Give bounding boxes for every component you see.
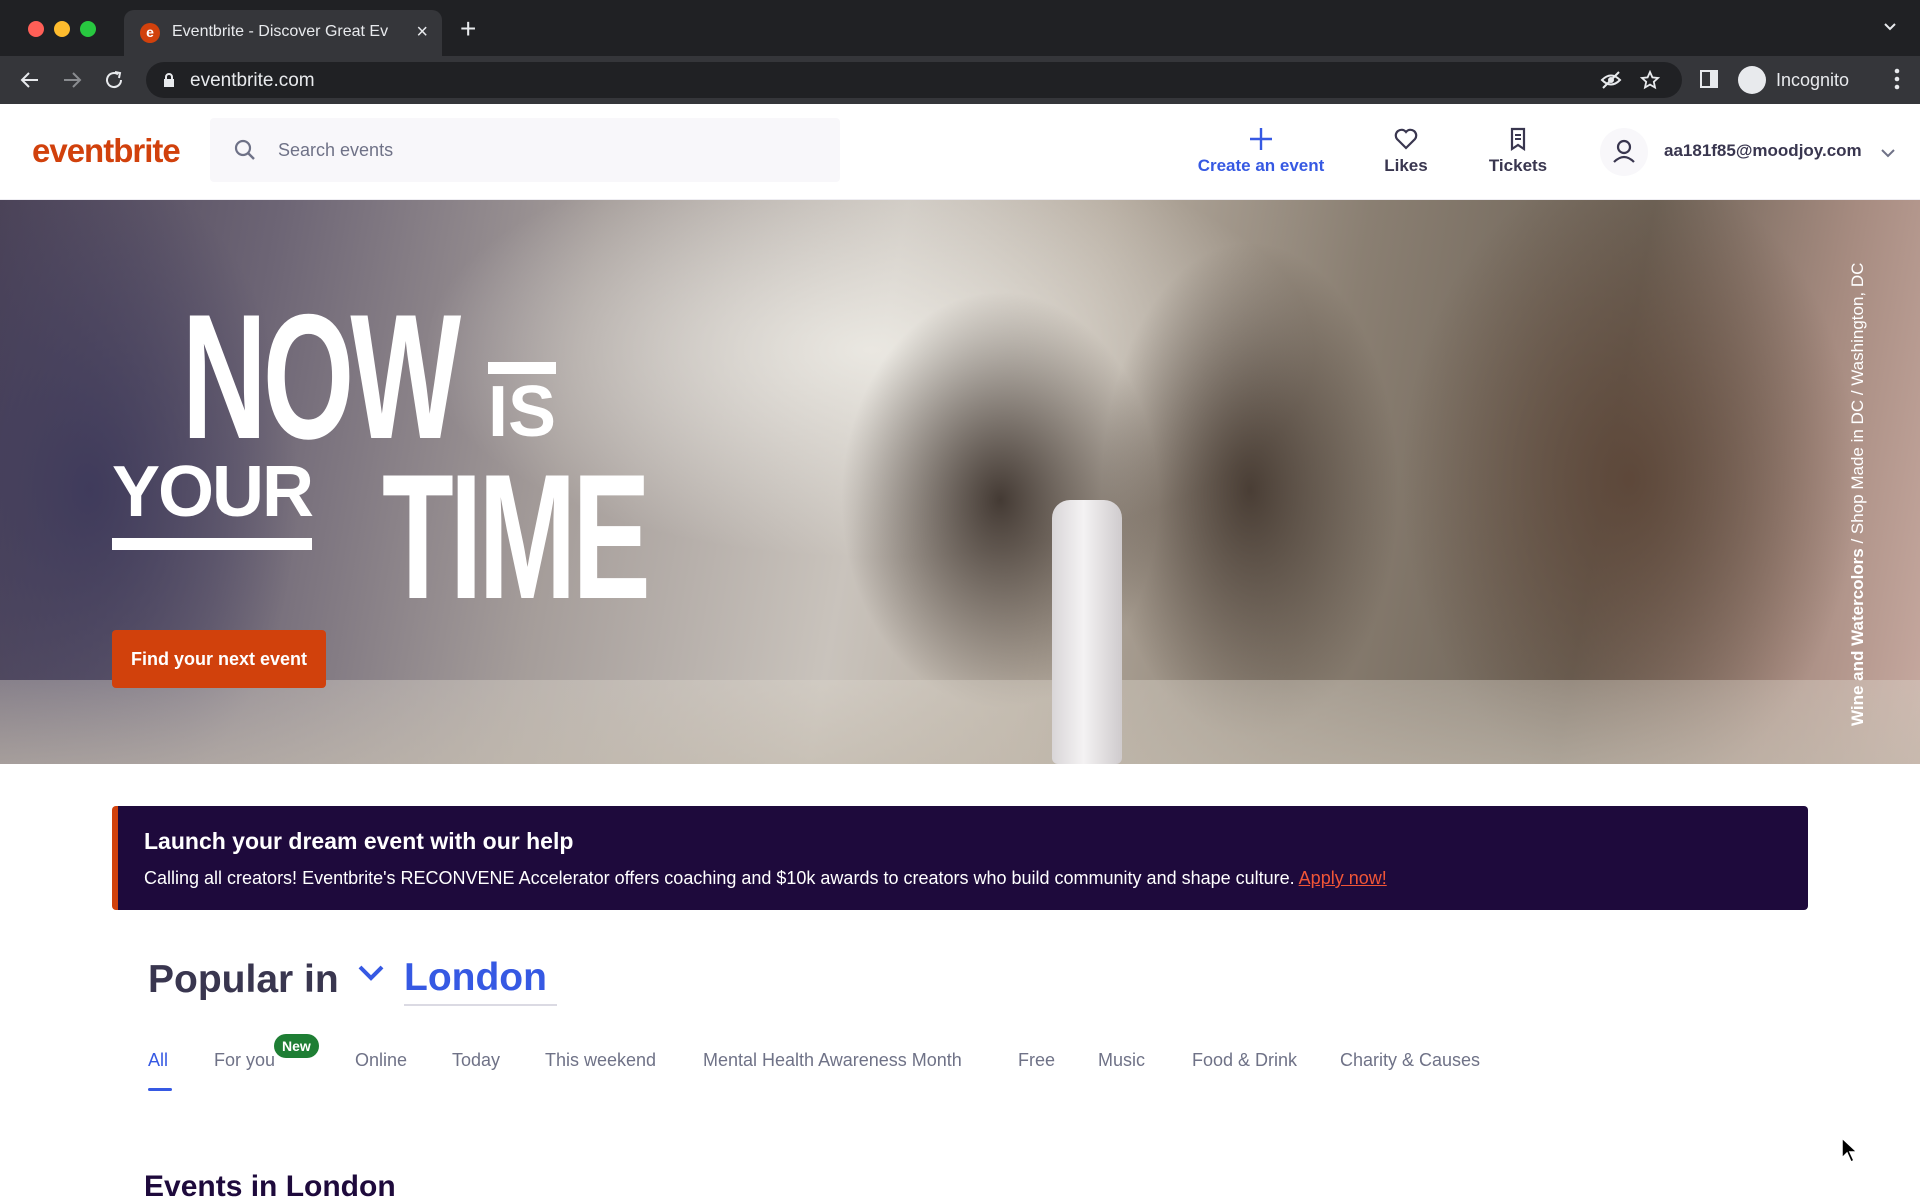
lock-icon[interactable] — [162, 72, 176, 93]
tab-online[interactable]: Online — [355, 1050, 407, 1071]
create-event-button[interactable]: Create an event — [1195, 126, 1327, 176]
tickets-label: Tickets — [1488, 156, 1548, 175]
incognito-profile-button[interactable]: Incognito — [1738, 62, 1870, 98]
tab-food-drink[interactable]: Food & Drink — [1192, 1050, 1297, 1071]
hero-title-time: TIME — [382, 437, 651, 636]
tab-today[interactable]: Today — [452, 1050, 500, 1071]
hero-credit-location: / Shop Made in DC / Washington, DC — [1848, 262, 1867, 549]
promo-banner-title: Launch your dream event with our help — [144, 828, 574, 854]
user-icon — [1613, 139, 1635, 163]
browser-tab-strip: e Eventbrite - Discover Great Ev × + — [0, 0, 1920, 56]
tab-this-weekend[interactable]: This weekend — [545, 1050, 656, 1071]
promo-banner-text: Calling all creators! Eventbrite's RECON… — [144, 868, 1387, 889]
hero-photo-bottle — [1052, 500, 1122, 764]
site-header: eventbrite Create an event Likes Tickets… — [0, 104, 1920, 200]
search-input[interactable] — [278, 136, 798, 164]
account-email: aa181f85@moodjoy.com — [1664, 141, 1862, 160]
apply-now-link[interactable]: Apply now! — [1299, 868, 1387, 888]
create-event-label: Create an event — [1197, 156, 1325, 175]
tab-all[interactable]: All — [148, 1050, 168, 1071]
hero-photo-person — [1100, 240, 1400, 740]
tab-search-chevron-icon[interactable] — [1882, 18, 1898, 39]
back-arrow-icon[interactable] — [18, 68, 42, 92]
hero-title-is: IS — [488, 362, 557, 448]
tab-charity-causes[interactable]: Charity & Causes — [1340, 1050, 1480, 1071]
hero-credit-event[interactable]: Wine and Watercolors — [1848, 548, 1867, 726]
promo-banner: Launch your dream event with our help Ca… — [112, 806, 1808, 910]
location-input[interactable]: London — [404, 956, 557, 1006]
tab-music[interactable]: Music — [1098, 1050, 1145, 1071]
eventbrite-logo[interactable]: eventbrite — [32, 132, 181, 170]
tab-for-you[interactable]: For you — [214, 1050, 275, 1071]
url-text: eventbrite.com — [190, 70, 315, 91]
search-icon — [234, 139, 256, 166]
hero-banner: NOW IS YOUR TIME Find your next event Wi… — [0, 200, 1920, 764]
events-section-heading: Events in London — [144, 1170, 396, 1203]
tab-title: Eventbrite - Discover Great Ev — [172, 23, 389, 40]
tab-mental-health-awareness-month[interactable]: Mental Health Awareness Month — [703, 1050, 962, 1071]
browser-tab[interactable]: e Eventbrite - Discover Great Ev × — [124, 10, 442, 56]
close-window-button[interactable] — [28, 21, 44, 37]
hero-photo-table — [0, 680, 1920, 764]
likes-button[interactable]: Likes — [1376, 126, 1436, 176]
tab-close-icon[interactable]: × — [416, 20, 428, 44]
reload-icon[interactable] — [102, 68, 126, 92]
maximize-window-button[interactable] — [80, 21, 96, 37]
heart-icon — [1376, 126, 1436, 152]
promo-banner-body: Calling all creators! Eventbrite's RECON… — [144, 868, 1299, 888]
likes-label: Likes — [1384, 156, 1428, 175]
find-next-event-button[interactable]: Find your next event — [112, 630, 326, 688]
popular-location-selector: Popular in London — [148, 952, 708, 1012]
ticket-icon — [1480, 126, 1556, 152]
side-panel-icon[interactable] — [1698, 68, 1720, 95]
active-tab-indicator — [148, 1088, 172, 1091]
new-tab-button[interactable]: + — [460, 14, 476, 44]
tab-free[interactable]: Free — [1018, 1050, 1055, 1071]
plus-icon — [1195, 126, 1327, 152]
chevron-down-icon — [1880, 146, 1896, 164]
incognito-icon — [1738, 66, 1766, 94]
popular-in-label: Popular in — [148, 958, 339, 1001]
category-tabs: All For you New Online Today This weeken… — [148, 1034, 1748, 1096]
hero-photo-credit: Wine and Watercolors / Shop Made in DC /… — [1848, 206, 1874, 726]
forward-arrow-icon[interactable] — [60, 68, 84, 92]
bookmark-star-icon[interactable] — [1639, 69, 1661, 95]
search-box[interactable] — [210, 118, 840, 182]
address-bar[interactable]: eventbrite.com — [146, 62, 1682, 98]
eventbrite-favicon-icon: e — [140, 23, 160, 43]
minimize-window-button[interactable] — [54, 21, 70, 37]
hero-title-your: YOUR — [112, 456, 314, 550]
chevron-down-icon[interactable] — [356, 962, 386, 989]
account-menu[interactable]: aa181f85@moodjoy.com — [1596, 124, 1906, 180]
hero-title: NOW IS YOUR TIME — [110, 288, 690, 636]
tracking-protection-eye-slash-icon[interactable] — [1600, 70, 1622, 95]
new-badge: New — [274, 1034, 319, 1058]
browser-toolbar: eventbrite.com Incognito — [0, 56, 1920, 104]
browser-menu-icon[interactable] — [1894, 68, 1900, 95]
incognito-label: Incognito — [1776, 70, 1850, 90]
mouse-cursor-icon — [1840, 1136, 1860, 1169]
tickets-button[interactable]: Tickets — [1480, 126, 1556, 176]
user-avatar — [1600, 128, 1648, 176]
